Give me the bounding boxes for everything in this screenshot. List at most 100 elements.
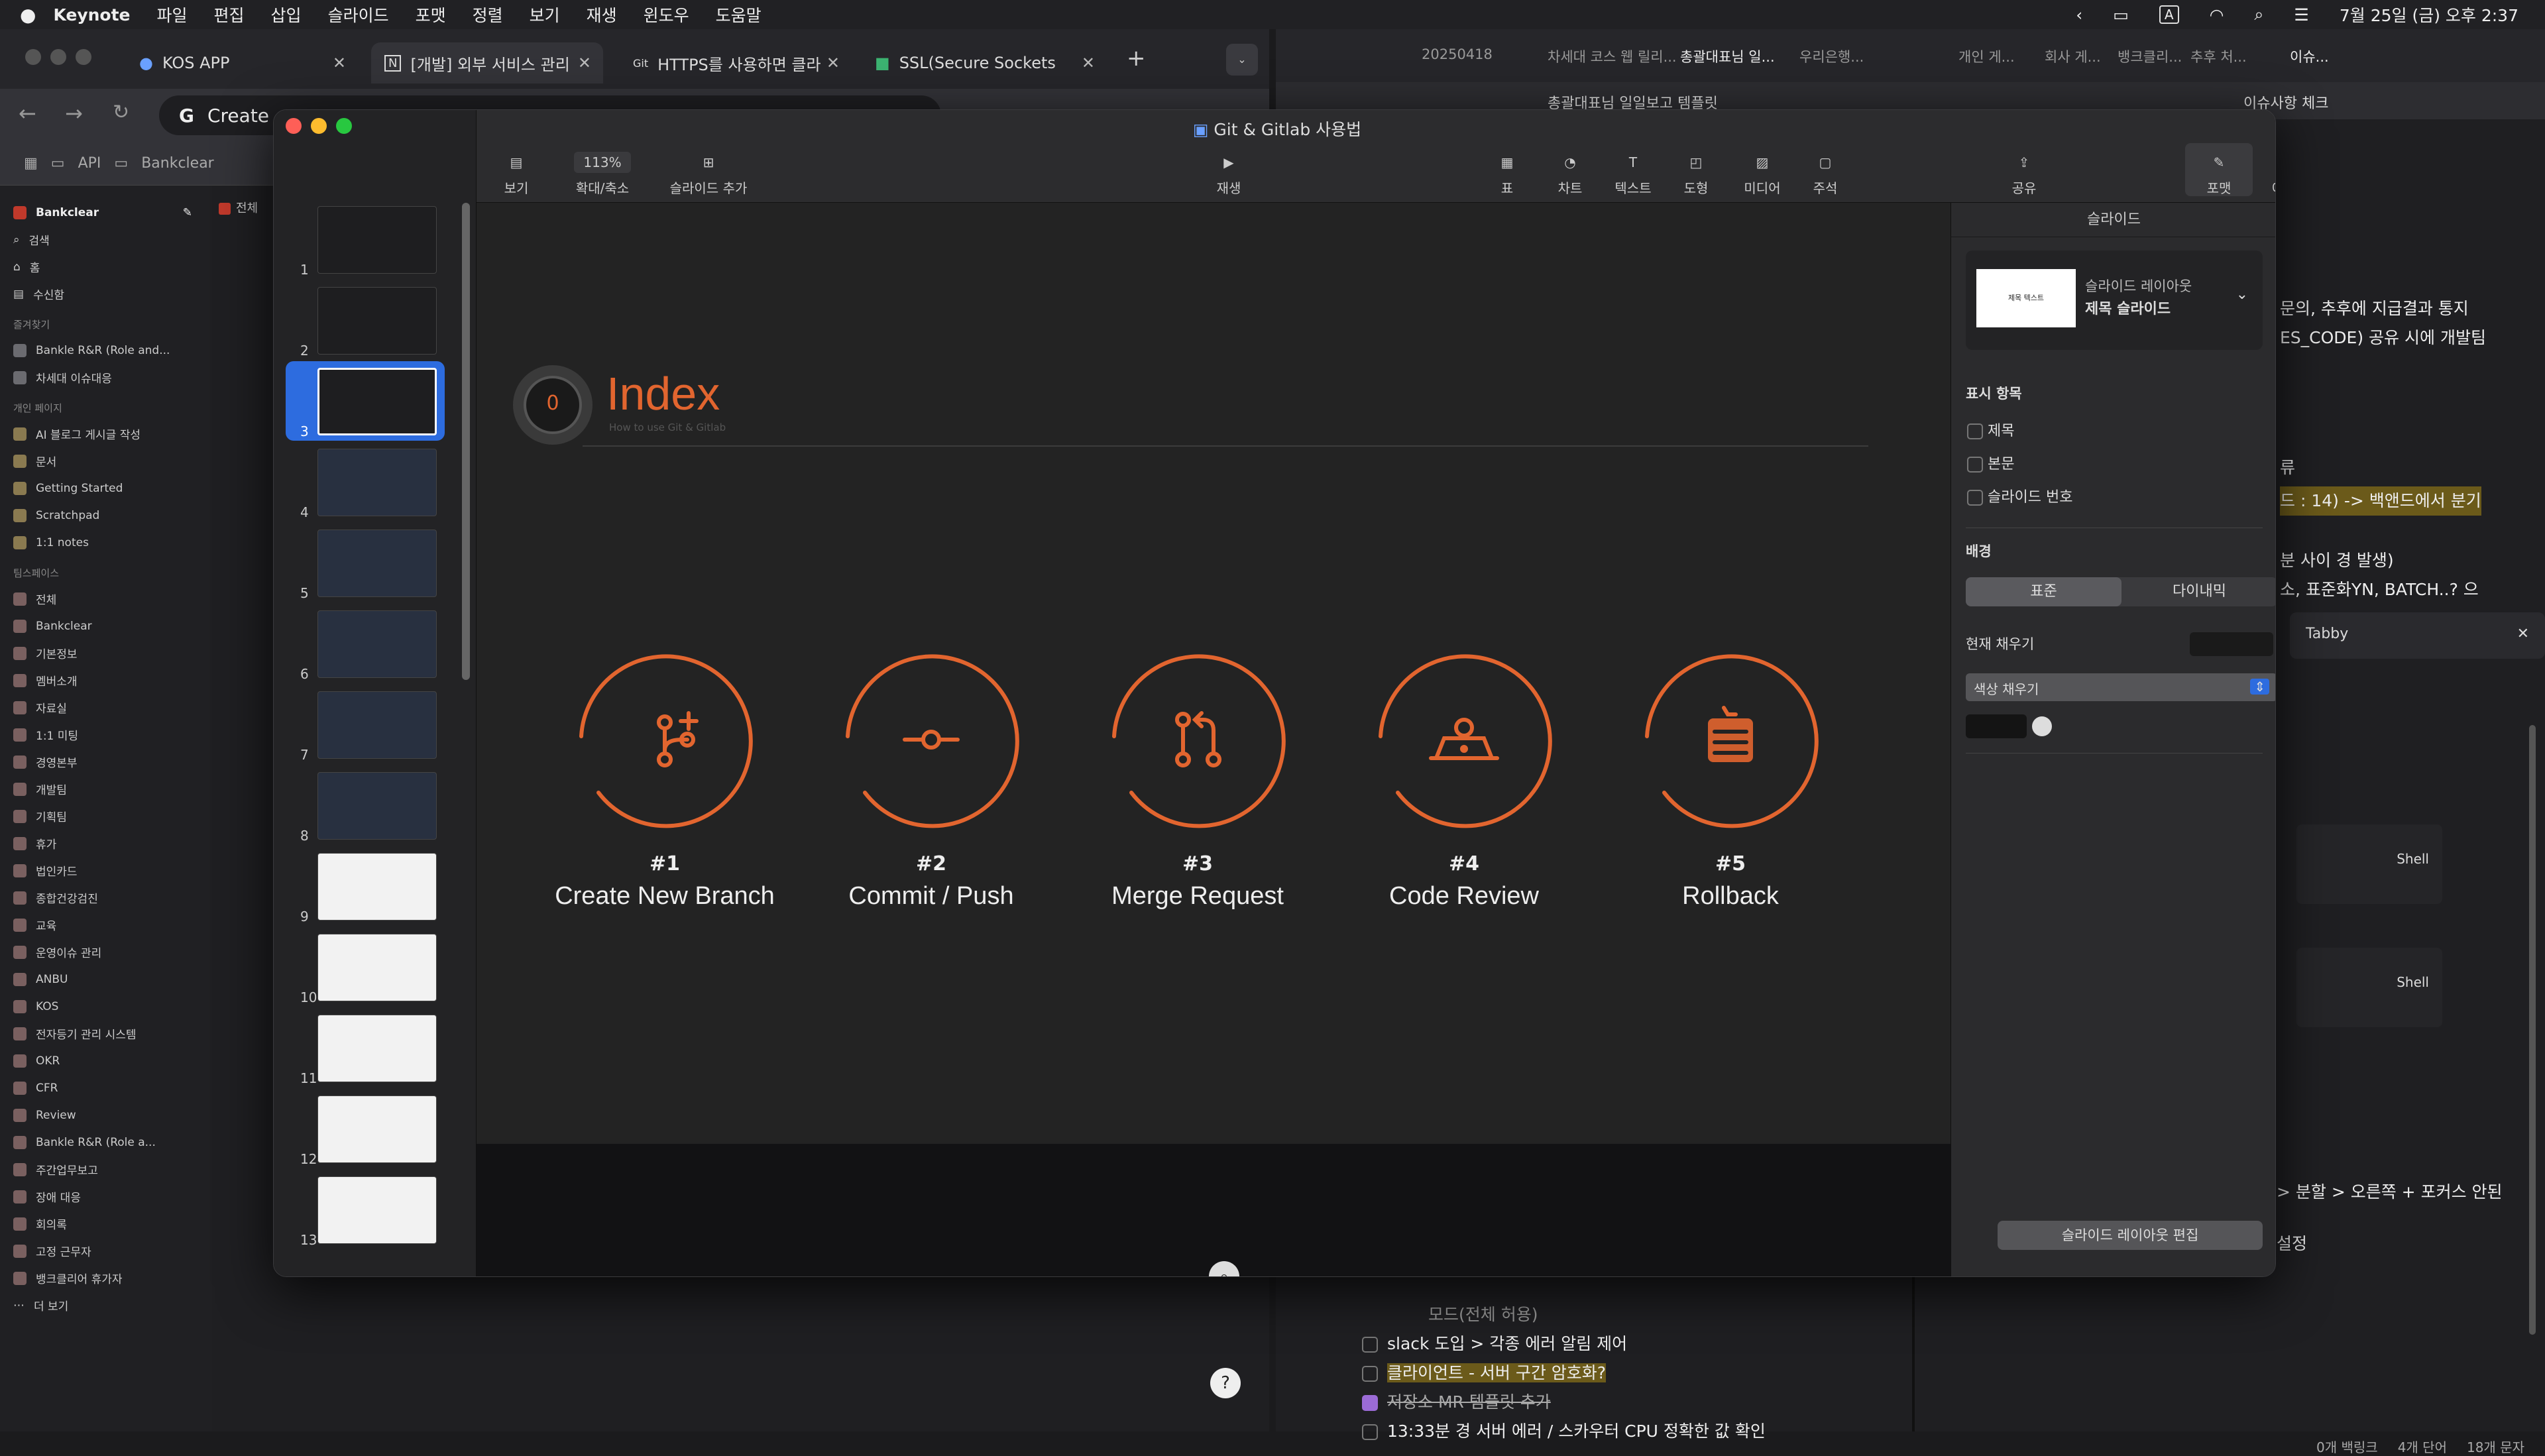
zoom-window-button[interactable] [76,49,91,65]
browser-tab[interactable]: Git HTTPS를 사용하면 클라 ✕ [620,42,852,84]
slide-thumbnail[interactable] [317,206,437,274]
segment-dynamic[interactable]: 다이내믹 [2121,577,2275,606]
slide-thumbnail-row[interactable]: 9 [274,853,459,926]
tabby-tab[interactable]: Tabby ✕ [2290,612,2545,659]
slide-thumbnail-row[interactable]: 2 [274,287,459,360]
sidebar-more[interactable]: ⋯ 더 보기 [13,1292,212,1319]
document-title[interactable]: ▣ Git & Gitlab 사용법 [477,117,2275,140]
media-button[interactable]: ▨ 미디어 [1736,147,1789,197]
menu-view[interactable]: 보기 [530,3,560,27]
zoom-window-button[interactable] [336,118,352,134]
sidebar-page-item[interactable]: 교육 [13,911,212,938]
segment-standard[interactable]: 표준 [1966,577,2121,606]
sidebar-page-item[interactable]: 회의록 [13,1210,212,1237]
slide-thumbnail-row[interactable]: 8 [274,772,459,845]
back-icon[interactable]: ← [19,101,36,126]
text-button[interactable]: T 텍스트 [1607,147,1660,197]
close-tab-icon[interactable]: ✕ [2517,626,2529,642]
comment-button[interactable]: ▢ 주석 [1802,147,1848,197]
slide-thumbnail[interactable] [317,449,437,516]
fill-preview[interactable] [2190,632,2273,656]
close-tab-icon[interactable]: ✕ [333,54,346,72]
checkbox-title[interactable]: 제목 [1967,415,2072,448]
fill-type-select[interactable]: 색상 채우기 ⇕ [1966,673,2275,701]
canvas-action-button[interactable]: ⌕ [1209,1261,1239,1276]
menu-insert[interactable]: 삽입 [271,3,302,27]
minimize-window-button[interactable] [50,49,66,65]
sidebar-page-item[interactable]: Getting Started [13,475,212,502]
todo-item[interactable]: 클라이언트 - 서버 구간 암호화? [1362,1360,1607,1384]
step-item[interactable]: #5 Rollback [1598,653,1863,958]
step-item[interactable]: #3 Merge Request [1065,653,1330,958]
slide-thumbnail-row[interactable]: 11 [274,1015,459,1088]
menu-slide[interactable]: 슬라이드 [328,3,389,27]
animate-button[interactable]: ◇애니메이션 [2266,147,2275,197]
sidebar-page-item[interactable]: Bankclear [13,612,212,640]
menu-app-name[interactable]: Keynote [53,5,130,25]
input-source-icon[interactable]: A [2159,5,2179,24]
slide-thumbnail-row[interactable]: 12 [274,1095,459,1168]
right-browser-tab[interactable]: 20250418 [1422,46,1493,62]
slide-thumbnail-row[interactable]: 5 [274,530,459,602]
bookmark-folder-icon[interactable]: ▭ [51,155,65,172]
control-center-icon[interactable]: ☰ [2294,5,2308,25]
reload-icon[interactable]: ↻ [113,101,129,124]
sidebar-page-item[interactable]: 개발팀 [13,775,212,803]
close-window-button[interactable] [286,118,302,134]
sidebar-page-item[interactable]: 기본정보 [13,640,212,667]
sidebar-search[interactable]: ⌕ 검색 [13,226,212,253]
new-tab-icon[interactable]: + [1127,45,1146,72]
browser-tab-active[interactable]: N [개발] 외부 서비스 관리 ✕ [371,42,603,84]
slide[interactable]: 0 Index How to use Git & Gitlab #1 Create… [477,203,1951,1144]
minimize-window-button[interactable] [311,118,327,134]
slide-subtitle[interactable]: How to use Git & Gitlab [609,421,726,433]
slide-thumbnail-row[interactable]: 13 [274,1176,459,1249]
bookmark-bankclear[interactable]: Bankclear [141,155,214,172]
right-browser-tab[interactable]: 총괄대표님 일... [1680,46,1775,66]
menu-file[interactable]: 파일 [157,3,188,27]
right-browser-tab[interactable]: 뱅크클리... [2118,46,2182,66]
slide-thumbnail-row[interactable]: 4 [274,449,459,522]
slide-thumbnail[interactable] [317,368,437,435]
todo-checkbox[interactable] [1362,1395,1378,1411]
table-button[interactable]: ▦ 표 [1484,147,1530,197]
browser-tab[interactable]: ● KOS APP ✕ [126,42,358,84]
checkbox-body[interactable]: 본문 [1967,448,2072,481]
sidebar-page-item[interactable]: Bankle R&R (Role and... [13,337,212,364]
wifi-icon[interactable]: ◠ [2210,5,2224,25]
navigator-scrollbar[interactable] [462,203,470,680]
breadcrumb[interactable]: 전체 [219,199,258,216]
right-browser-tab[interactable]: 회사 게... [2045,46,2101,66]
todo-checkbox[interactable] [1362,1366,1378,1382]
tab-list-chevron-icon[interactable]: ⌄ [1226,44,1258,76]
sidebar-page-item[interactable]: Review [13,1101,212,1129]
slide-thumbnail[interactable] [317,1095,437,1163]
right-browser-tab[interactable]: 추후 처... [2190,46,2247,66]
menu-format[interactable]: 포맷 [416,3,446,27]
format-button[interactable]: ✎ 포맷 [2185,143,2253,196]
sidebar-page-item[interactable]: 운영이슈 관리 [13,938,212,966]
sidebar-page-item[interactable]: 종합건강검진 [13,884,212,911]
sidebar-page-item[interactable]: 멤버소개 [13,667,212,694]
menu-edit[interactable]: 편집 [214,3,245,27]
sidebar-page-item[interactable]: 주간업무보고 [13,1156,212,1183]
checkbox-slide-number[interactable]: 슬라이드 번호 [1967,481,2072,514]
slide-thumbnail[interactable] [317,610,437,678]
color-wheel-icon[interactable] [2032,716,2052,736]
help-button[interactable]: ? [1210,1368,1241,1398]
color-well[interactable] [1966,714,2027,738]
sidebar-page-item[interactable]: OKR [13,1047,212,1074]
menu-arrange[interactable]: 정렬 [473,3,503,27]
sidebar-page-item[interactable]: 고정 근무자 [13,1237,212,1264]
apple-icon[interactable]: ● [20,4,36,26]
close-tab-icon[interactable]: ✕ [826,54,840,72]
inspector-tab-slide[interactable]: 슬라이드 [1951,203,2275,237]
todo-checkbox[interactable] [1362,1337,1378,1353]
slide-thumbnail[interactable] [317,691,437,759]
menu-play[interactable]: 재생 [587,3,617,27]
add-slide-button[interactable]: ⊞ 슬라이드 추가 [655,147,762,197]
sidebar-inbox[interactable]: ▤ 수신함 [13,280,212,308]
slide-thumbnail[interactable] [317,1176,437,1244]
sidebar-page-item[interactable]: 뱅크클리어 휴가자 [13,1264,212,1292]
slide-thumbnail[interactable] [317,772,437,840]
